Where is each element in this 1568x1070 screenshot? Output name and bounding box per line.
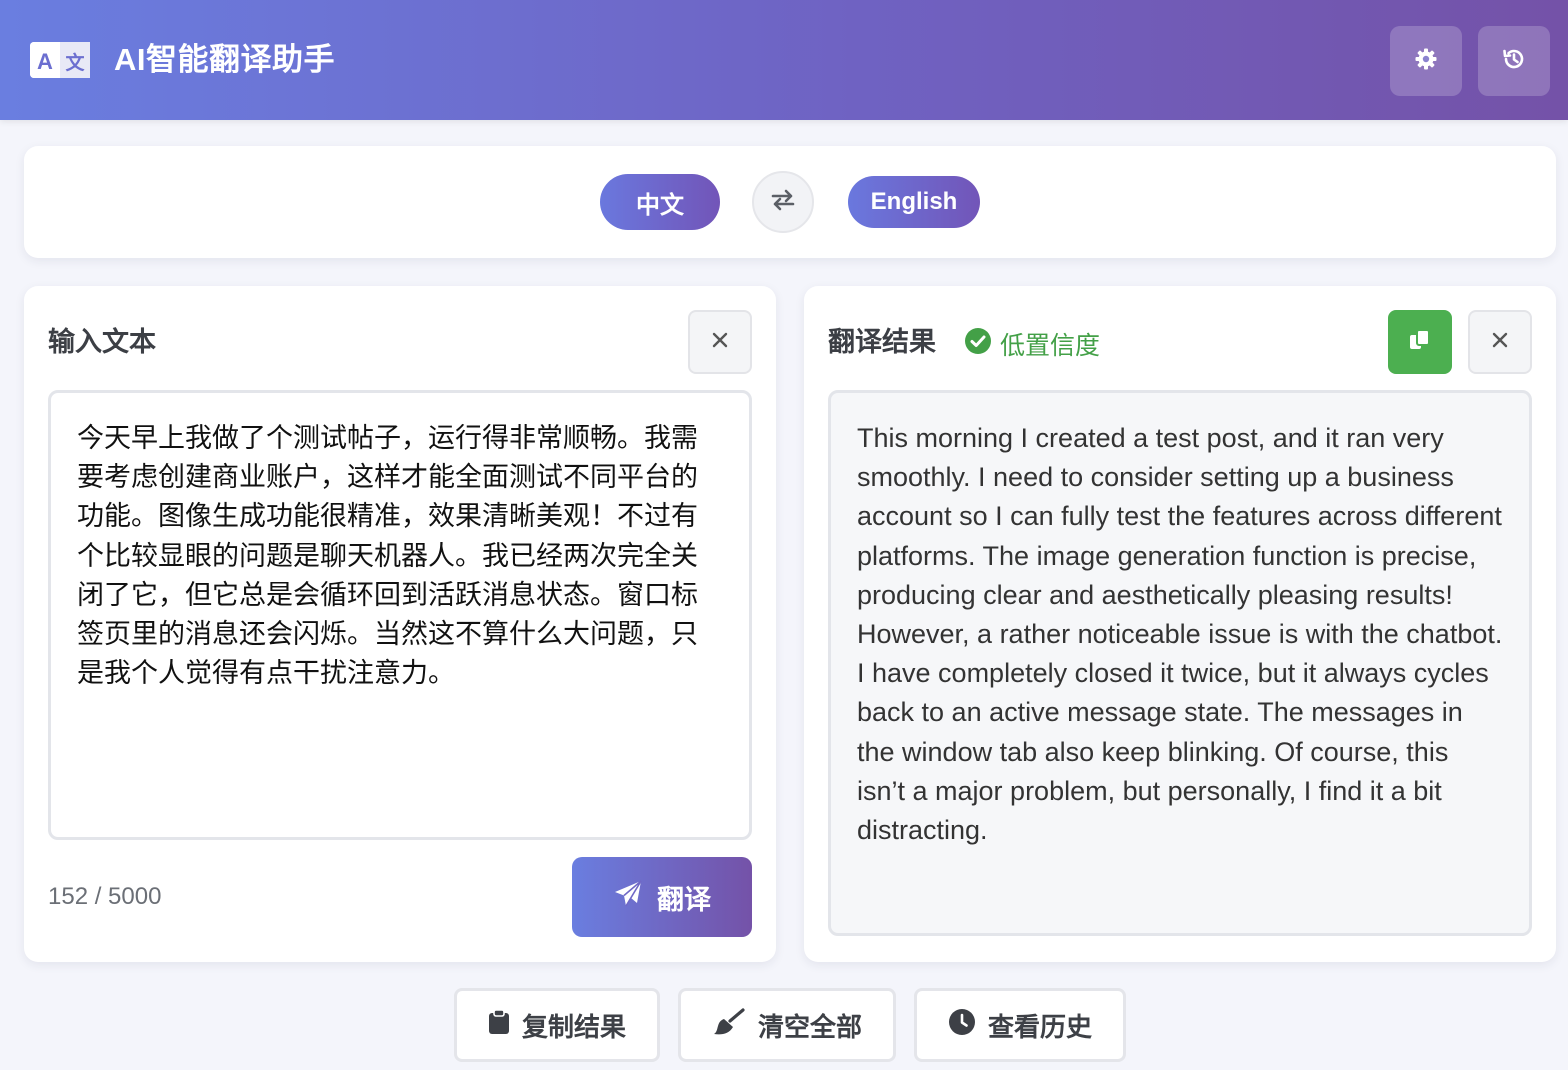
svg-text:文: 文: [65, 51, 85, 74]
clear-input-button[interactable]: [688, 310, 752, 374]
close-icon: [712, 332, 728, 353]
target-language-button[interactable]: English: [848, 176, 980, 228]
translate-logo-icon: A 文: [30, 42, 90, 78]
clock-icon: [948, 1008, 976, 1043]
history-button[interactable]: [1478, 26, 1550, 96]
translation-output: This morning I created a test post, and …: [828, 390, 1532, 936]
swap-arrows-icon: [770, 188, 796, 217]
copy-result-label: 复制结果: [521, 1011, 626, 1042]
gear-icon: [1414, 47, 1438, 76]
input-panel-title: 输入文本: [48, 327, 156, 357]
copy-result-button[interactable]: 复制结果: [454, 988, 660, 1062]
source-language-button[interactable]: 中文: [600, 174, 720, 230]
history-icon: [1501, 46, 1527, 77]
translate-button-label: 翻译: [657, 884, 711, 915]
clear-all-button[interactable]: 清空全部: [678, 988, 896, 1062]
swap-languages-button[interactable]: [752, 171, 814, 233]
translate-button[interactable]: 翻译: [572, 857, 752, 937]
view-history-button[interactable]: 查看历史: [914, 988, 1126, 1062]
app-header: A 文 AI智能翻译助手: [0, 0, 1568, 120]
clipboard-icon: [488, 1008, 510, 1042]
close-icon: [1492, 332, 1508, 353]
confidence-label: 低置信度: [1000, 332, 1101, 360]
copy-icon: [1408, 328, 1432, 357]
check-circle-icon: [964, 327, 992, 362]
view-history-label: 查看历史: [987, 1011, 1092, 1042]
send-plane-icon: [613, 879, 643, 916]
app-title: AI智能翻译助手: [114, 42, 335, 77]
broom-icon: [712, 1007, 746, 1043]
output-panel-title: 翻译结果: [828, 327, 936, 357]
copy-result-icon-button[interactable]: [1388, 310, 1452, 374]
clear-all-label: 清空全部: [757, 1011, 862, 1042]
character-counter: 152 / 5000: [48, 883, 162, 910]
settings-button[interactable]: [1390, 26, 1462, 96]
svg-text:A: A: [37, 49, 53, 74]
confidence-badge: 低置信度: [964, 326, 1100, 362]
clear-output-button[interactable]: [1468, 310, 1532, 374]
source-text-input[interactable]: 今天早上我做了个测试帖子，运行得非常顺畅。我需要考虑创建商业账户，这样才能全面测…: [48, 390, 752, 840]
